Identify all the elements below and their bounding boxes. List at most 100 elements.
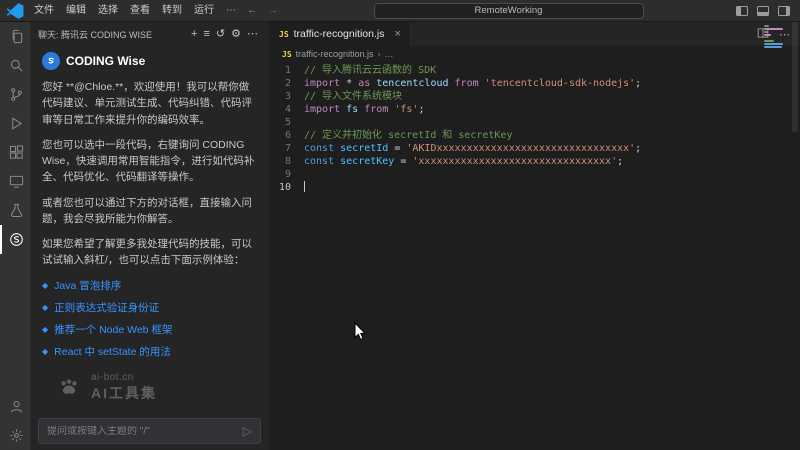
- activity-remote-icon[interactable]: [0, 167, 30, 196]
- chat-input-box: ▷: [38, 418, 261, 444]
- line-number: 1: [270, 64, 304, 77]
- line-content: // 定义并初始化 secretId 和 secretKey: [304, 129, 512, 142]
- tab-close-icon[interactable]: ×: [395, 28, 401, 40]
- menu-item-运行[interactable]: 运行: [188, 2, 220, 20]
- more-actions-icon[interactable]: ⋯: [244, 29, 261, 40]
- activity-testing-icon[interactable]: [0, 196, 30, 225]
- customize-layout-icon[interactable]: [778, 6, 790, 16]
- back-icon[interactable]: ←: [242, 5, 262, 16]
- breadcrumb[interactable]: JS traffic-recognition.js › …: [270, 46, 800, 62]
- code-line-2[interactable]: 2import * as tencentcloud from 'tencentc…: [270, 77, 800, 90]
- activity-bar: [0, 22, 30, 450]
- editor-area: JS traffic-recognition.js × ⋯ JS traffic…: [270, 22, 800, 450]
- menu-item-转到[interactable]: 转到: [156, 2, 188, 20]
- code-line-6[interactable]: 6// 定义并初始化 secretId 和 secretKey: [270, 129, 800, 142]
- code-line-3[interactable]: 3// 导入文件系统模块: [270, 90, 800, 103]
- code-line-8[interactable]: 8const secretKey = 'xxxxxxxxxxxxxxxxxxxx…: [270, 155, 800, 168]
- history-icon[interactable]: ↺: [213, 29, 228, 40]
- watermark-text: ai-bot.cn AI工具集: [91, 372, 157, 403]
- activity-top-group: [0, 22, 30, 254]
- main-row: 聊天: 腾讯云 CODING WISE + ≡ ↺ ⚙ ⋯ CODING Wis…: [0, 22, 800, 450]
- vscode-window: 文件编辑选择查看转到运行 ⋯ ← → RemoteWorking 聊天: 腾讯云…: [0, 0, 800, 450]
- gem-icon: ◆: [42, 347, 48, 356]
- line-content: const secretId = 'AKIDxxxxxxxxxxxxxxxxxx…: [304, 142, 641, 155]
- gem-icon: ◆: [42, 281, 48, 290]
- assistant-name: CODING Wise: [66, 54, 145, 68]
- activity-run-debug-icon[interactable]: [0, 109, 30, 138]
- editor-scrollbar[interactable]: [790, 22, 800, 450]
- send-icon[interactable]: ▷: [243, 425, 252, 437]
- minimap[interactable]: [764, 25, 786, 54]
- example-link[interactable]: ◆正则表达式验证身份证: [42, 300, 257, 315]
- line-number: 7: [270, 142, 304, 155]
- line-number: 6: [270, 129, 304, 142]
- line-content: // 导入文件系统模块: [304, 90, 402, 103]
- forward-icon[interactable]: →: [263, 5, 283, 16]
- chat-sidebar-header: 聊天: 腾讯云 CODING WISE + ≡ ↺ ⚙ ⋯: [30, 22, 269, 46]
- line-content: const secretKey = 'xxxxxxxxxxxxxxxxxxxxx…: [304, 155, 623, 168]
- example-label: Java 冒泡排序: [54, 278, 121, 293]
- assistant-header: CODING Wise: [42, 52, 257, 70]
- activity-settings-icon[interactable]: [0, 421, 30, 450]
- tab-bar: JS traffic-recognition.js × ⋯: [270, 22, 800, 46]
- line-number: 9: [270, 168, 304, 181]
- window-layout-controls: [736, 6, 790, 16]
- menu-item-选择[interactable]: 选择: [92, 2, 124, 20]
- code-line-1[interactable]: 1// 导入腾讯云云函数的 SDK: [270, 64, 800, 77]
- menu-item-查看[interactable]: 查看: [124, 2, 156, 20]
- activity-extensions-icon[interactable]: [0, 138, 30, 167]
- activity-search-icon[interactable]: [0, 51, 30, 80]
- chat-list-icon[interactable]: ≡: [200, 29, 212, 40]
- toggle-panel-icon[interactable]: [757, 6, 769, 16]
- settings-gear-icon[interactable]: ⚙: [228, 29, 244, 40]
- activity-coding-wise-icon[interactable]: [0, 225, 30, 254]
- menu-item-编辑[interactable]: 编辑: [60, 2, 92, 20]
- line-number: 3: [270, 90, 304, 103]
- example-label: 正则表达式验证身份证: [54, 300, 159, 315]
- toggle-sidebar-icon[interactable]: [736, 6, 748, 16]
- chat-examples: ◆Java 冒泡排序◆正则表达式验证身份证◆推荐一个 Node Web 框架◆R…: [42, 278, 257, 359]
- code-line-7[interactable]: 7const secretId = 'AKIDxxxxxxxxxxxxxxxxx…: [270, 142, 800, 155]
- breadcrumb-file: traffic-recognition.js: [296, 49, 374, 59]
- code-editor[interactable]: 1// 导入腾讯云云函数的 SDK2import * as tencentclo…: [270, 62, 800, 450]
- chat-paragraphs: 您好 **@Chloe.**，欢迎使用！我可以帮你做代码建议、单元测试生成、代码…: [42, 79, 257, 269]
- code-line-5[interactable]: 5: [270, 116, 800, 129]
- breadcrumb-more[interactable]: …: [385, 49, 394, 59]
- chat-input[interactable]: [47, 426, 237, 437]
- code-line-9[interactable]: 9: [270, 168, 800, 181]
- line-content: [304, 181, 305, 194]
- activity-explorer-icon[interactable]: [0, 22, 30, 51]
- js-file-icon: JS: [279, 30, 289, 39]
- activity-bottom-group: [0, 392, 30, 450]
- example-link[interactable]: ◆ 推荐一个 Node Web 框架: [42, 322, 257, 337]
- command-center-search[interactable]: RemoteWorking: [374, 3, 644, 19]
- chat-content: CODING Wise 您好 **@Chloe.**，欢迎使用！我可以帮你做代码…: [30, 46, 269, 450]
- menu-item-文件[interactable]: 文件: [28, 2, 60, 20]
- scrollbar-thumb[interactable]: [792, 22, 798, 132]
- new-chat-icon[interactable]: +: [188, 29, 200, 40]
- menu-overflow-icon[interactable]: ⋯: [221, 5, 241, 16]
- chat-paragraph: 您也可以选中一段代码，右键询问 CODING Wise，快速调用常用智能指令，进…: [42, 137, 257, 186]
- example-link[interactable]: ◆React 中 setState 的用法: [42, 344, 257, 359]
- chat-paragraph: 如果您希望了解更多我处理代码的技能，可以试试输入斜杠/，也可以点击下面示例体验：: [42, 236, 257, 269]
- chat-paragraph: 或者您也可以通过下方的对话框，直接输入问题，我会尽我所能为你解答。: [42, 195, 257, 228]
- activity-source-control-icon[interactable]: [0, 80, 30, 109]
- sidebar-title: 聊天: 腾讯云 CODING WISE: [38, 28, 188, 41]
- vscode-logo-icon: [6, 3, 24, 19]
- editor-caret: [304, 181, 305, 192]
- example-link[interactable]: ◆ Java 冒泡排序: [42, 278, 257, 293]
- menu-bar: 文件编辑选择查看转到运行: [28, 2, 220, 20]
- example-label: 推荐一个 Node Web 框架: [54, 322, 172, 337]
- line-number: 2: [270, 77, 304, 90]
- code-line-10[interactable]: 10: [270, 181, 800, 194]
- ai-bot-paw-icon: [56, 374, 82, 400]
- code-line-4[interactable]: 4import fs from 'fs';: [270, 103, 800, 116]
- line-number: 8: [270, 155, 304, 168]
- search-text: RemoteWorking: [475, 5, 543, 16]
- tab-traffic-recognition[interactable]: JS traffic-recognition.js ×: [270, 22, 411, 46]
- gem-icon: ◆: [42, 325, 48, 334]
- line-content: // 导入腾讯云云函数的 SDK: [304, 64, 436, 77]
- activity-account-icon[interactable]: [0, 392, 30, 421]
- watermark: ai-bot.cn AI工具集: [42, 372, 257, 403]
- line-content: import * as tencentcloud from 'tencentcl…: [304, 77, 641, 90]
